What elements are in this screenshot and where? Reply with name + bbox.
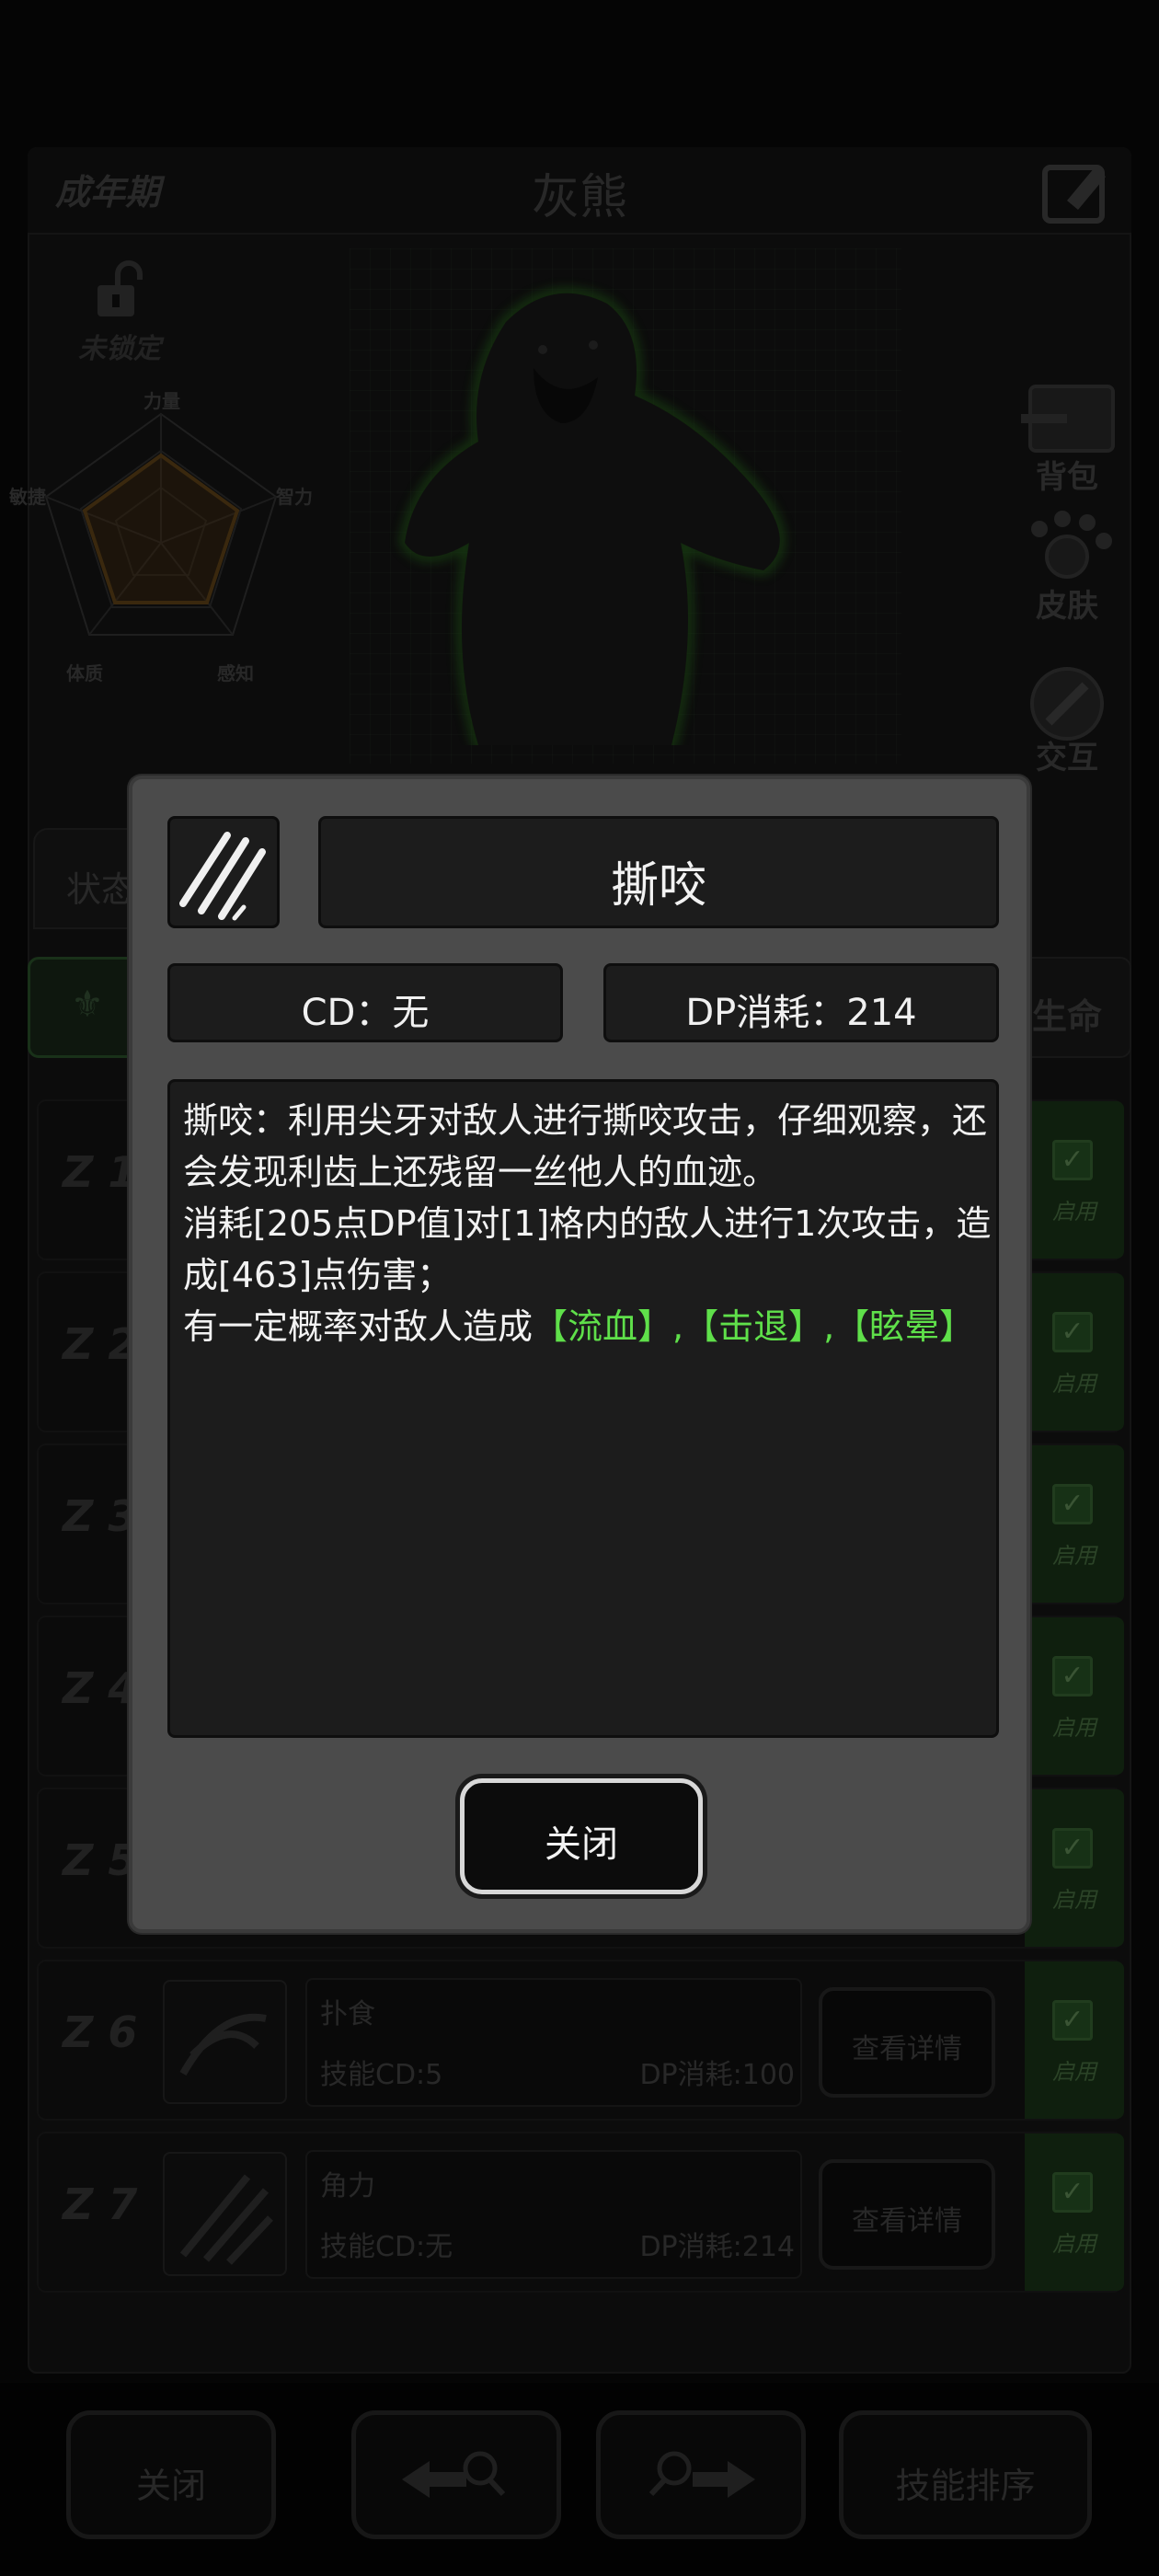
skill-dp-text: DP消耗：214 [685, 992, 917, 1034]
skill-cd-box: CD：无 [167, 963, 563, 1042]
skill-title-box: 撕咬 [318, 816, 999, 928]
description-line-2: 消耗[205点DP值]对[1]格内的敌人进行1次攻击，造成[463]点伤害； [183, 1203, 992, 1295]
bite-skill-icon [167, 816, 280, 928]
description-line-1: 撕咬：利用尖牙对敌人进行撕咬攻击，仔细观察，还会发现利齿上还残留一丝他人的血迹。 [183, 1100, 988, 1192]
skill-detail-dialog: 撕咬 CD：无 DP消耗：214 撕咬：利用尖牙对敌人进行撕咬攻击，仔细观察，还… [129, 776, 1030, 1933]
skill-description-box: 撕咬：利用尖牙对敌人进行撕咬攻击，仔细观察，还会发现利齿上还残留一丝他人的血迹。… [167, 1079, 999, 1738]
skill-title: 撕咬 [610, 858, 706, 914]
skill-cd-text: CD：无 [301, 992, 430, 1034]
description-line-3: 有一定概率对敌人造成【流血】,【击退】,【眩晕】 [183, 1301, 993, 1352]
description-line-3-prefix: 有一定概率对敌人造成 [183, 1306, 534, 1347]
status-effects: 【流血】,【击退】,【眩晕】 [533, 1306, 975, 1347]
close-button[interactable]: 关闭 [460, 1778, 703, 1894]
skill-dp-box: DP消耗：214 [603, 963, 999, 1042]
close-button-label: 关闭 [545, 1823, 618, 1866]
skill-description: 撕咬：利用尖牙对敌人进行撕咬攻击，仔细观察，还会发现利齿上还残留一丝他人的血迹。… [183, 1095, 993, 1352]
